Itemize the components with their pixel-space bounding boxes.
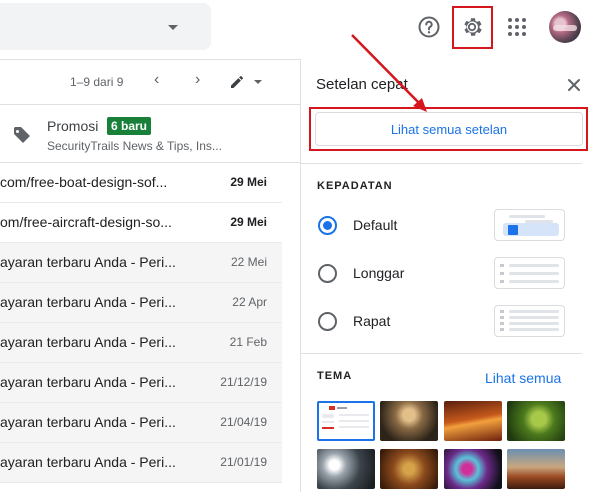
annotation-arrow [351, 34, 427, 112]
